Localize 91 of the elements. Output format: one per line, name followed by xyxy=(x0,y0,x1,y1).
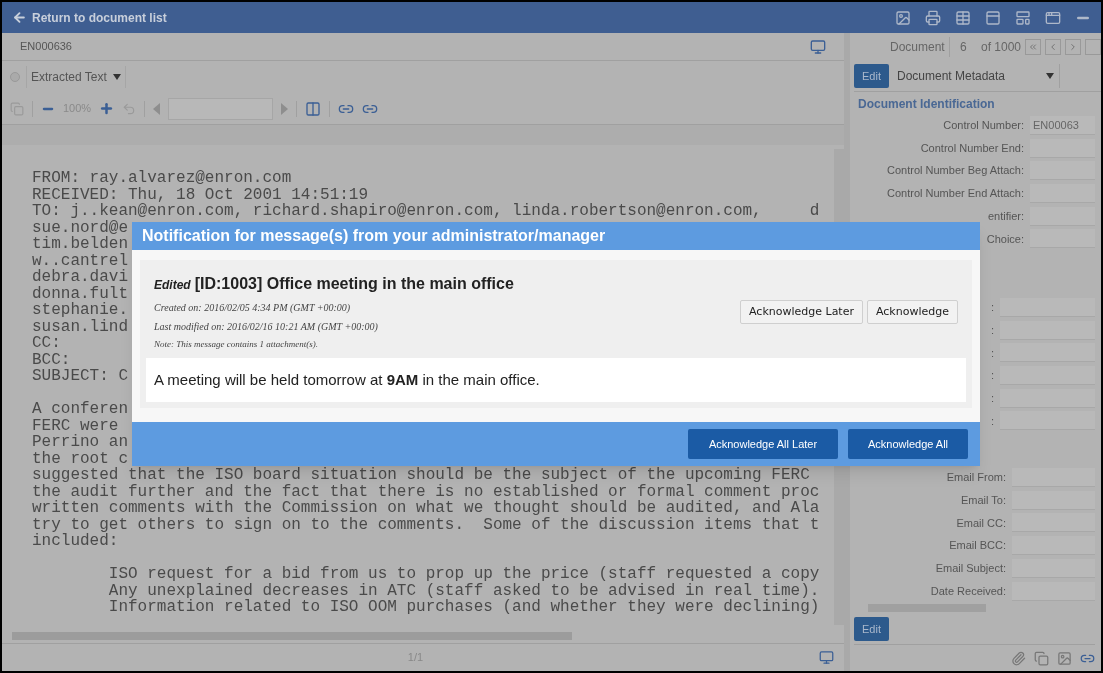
first-page-button[interactable] xyxy=(1025,39,1041,55)
section-title: Document Identification xyxy=(857,96,996,113)
document-text-line: Perrino an xyxy=(32,434,128,451)
document-text-line: FERC were xyxy=(32,417,119,434)
acknowledge-later-button[interactable]: Acknowledge Later xyxy=(740,299,863,324)
field-label: Control Number End Attach: xyxy=(887,186,1024,202)
field-label: : xyxy=(990,300,994,316)
field-label: entifier: xyxy=(987,208,1024,224)
field-label: : xyxy=(990,345,994,361)
dialog-title: Notification for message(s) from your administrator/manager xyxy=(142,226,606,246)
back-link[interactable]: Return to document list xyxy=(12,8,167,27)
document-text-line: donna.fult xyxy=(32,285,128,302)
document-text-line: debra.davi xyxy=(32,269,128,286)
document-text-line: included: xyxy=(32,533,119,550)
field-value[interactable]: EN00063 xyxy=(1030,115,1095,135)
panel-select[interactable]: Document Metadata xyxy=(891,64,1060,88)
undo-icon[interactable] xyxy=(122,101,137,116)
attachment-note: Note: This message contains 1 attachment(s). xyxy=(154,338,319,351)
document-total: of 1000 xyxy=(980,39,1021,56)
edited-tag: Edited xyxy=(154,276,191,294)
field-label: Date Received: xyxy=(930,583,1006,599)
document-text-line: RECEIVED: Thu, 18 Oct 2001 14:51:19 xyxy=(32,186,369,203)
document-text-line: sue.nord@e xyxy=(32,219,128,236)
first-page-icon xyxy=(1028,42,1038,52)
next-page-icon[interactable] xyxy=(281,102,289,115)
document-text-line: tim.belden xyxy=(32,236,128,253)
previous-icon xyxy=(1048,42,1058,52)
document-label: Document xyxy=(890,39,945,56)
document-text-line: CC: xyxy=(32,335,61,352)
previous-button[interactable] xyxy=(1045,39,1061,55)
message-subject: [ID:1003] Office meeting in the main office xyxy=(194,274,514,294)
field-label: Control Number End: xyxy=(920,140,1024,156)
field-label: : xyxy=(990,390,994,406)
modified-date: Last modified on: 2016/02/16 10:21 AM (GMT +00:00) xyxy=(154,320,379,334)
document-text-line: stephanie. xyxy=(32,302,128,319)
document-text-line: susan.lind xyxy=(32,318,128,335)
field-label: Control Number: xyxy=(943,118,1024,134)
message-body: A meeting will be held tomorrow at 9AM in the main office. xyxy=(154,370,540,388)
document-text-line: the audit further and the fact that there is no established or formal comment proc xyxy=(32,483,820,500)
field-label: : xyxy=(990,413,994,429)
view-mode-select[interactable]: Extracted Text xyxy=(26,66,126,88)
previous-page-icon[interactable] xyxy=(153,102,161,115)
image-icon[interactable] xyxy=(1057,650,1072,666)
document-text-line: Information related to ISO OOM purchases (and whether they were declining) xyxy=(107,599,820,616)
acknowledge-button[interactable]: Acknowledge xyxy=(867,299,958,324)
radio-icon[interactable] xyxy=(10,72,20,82)
document-text-line: written comments with the Commission on what we thought should be audited, and Ala xyxy=(32,500,820,517)
page-icon[interactable] xyxy=(10,101,24,116)
document-text-line: the root c xyxy=(32,450,128,467)
layout-icon[interactable] xyxy=(1015,9,1031,26)
document-text-line: suggested that the ISO board situation should be the subject of the upcoming FERC xyxy=(32,467,810,484)
document-text-line: ISO request for a bid from us to prop up the price (staff requested a copy xyxy=(107,566,820,583)
paperclip-icon[interactable] xyxy=(1011,650,1026,666)
field-label: : xyxy=(990,368,994,384)
document-text-line: BCC: xyxy=(32,351,71,368)
field-label: Email To: xyxy=(960,493,1006,509)
edit-button[interactable]: Edit xyxy=(854,617,889,642)
field-label: Email From: xyxy=(946,470,1006,486)
created-date: Created on: 2016/02/05 4:34 PM (GMT +00:00) xyxy=(154,301,352,315)
field-label: Email Subject: xyxy=(935,561,1006,577)
monitor-icon[interactable] xyxy=(819,650,834,665)
field-label: Control Number Beg Attach: xyxy=(887,163,1024,179)
document-text-line: SUBJECT: C xyxy=(32,368,128,385)
document-text-line: Any unexplained decreases in ATC (staff asked to be advised in real time). xyxy=(107,582,820,599)
acknowledge-all-button[interactable]: Acknowledge All xyxy=(848,429,968,459)
field-label: Email CC: xyxy=(956,515,1006,531)
document-text-line: TO: j..kean@enron.com, richard.shapiro@enron.com, linda.robertson@enron.com, d xyxy=(32,203,820,220)
next-button[interactable] xyxy=(1065,39,1081,55)
next-icon xyxy=(1068,42,1078,52)
document-id: EN000636 xyxy=(20,39,72,55)
panel-icon[interactable] xyxy=(985,9,1001,26)
image-icon[interactable] xyxy=(895,9,911,26)
caret-icon xyxy=(1045,73,1054,79)
zoom-in-icon[interactable] xyxy=(99,101,115,116)
acknowledge-all-later-button[interactable]: Acknowledge All Later xyxy=(688,429,838,459)
field-label: : xyxy=(990,322,994,338)
document-text-line: try to get others to sign on to the comments. Some of the discussion items that t xyxy=(32,516,820,533)
document-text-line: A conferen xyxy=(32,401,128,418)
document-text-line: w..cantrel xyxy=(32,252,128,269)
field-label: Choice: xyxy=(986,231,1024,247)
caret-icon xyxy=(112,74,121,80)
table-icon[interactable] xyxy=(955,9,971,26)
window-icon[interactable] xyxy=(1045,9,1061,26)
field-label: Email BCC: xyxy=(949,538,1006,554)
document-number-field[interactable]: 6 xyxy=(948,37,977,57)
print-icon[interactable] xyxy=(925,9,941,26)
document-text-line: FROM: ray.alvarez@enron.com xyxy=(32,170,292,187)
monitor-icon[interactable] xyxy=(810,38,826,55)
last-page-button[interactable] xyxy=(1085,39,1101,55)
edit-button[interactable]: Edit xyxy=(854,64,889,88)
copy-icon[interactable] xyxy=(1034,650,1049,666)
